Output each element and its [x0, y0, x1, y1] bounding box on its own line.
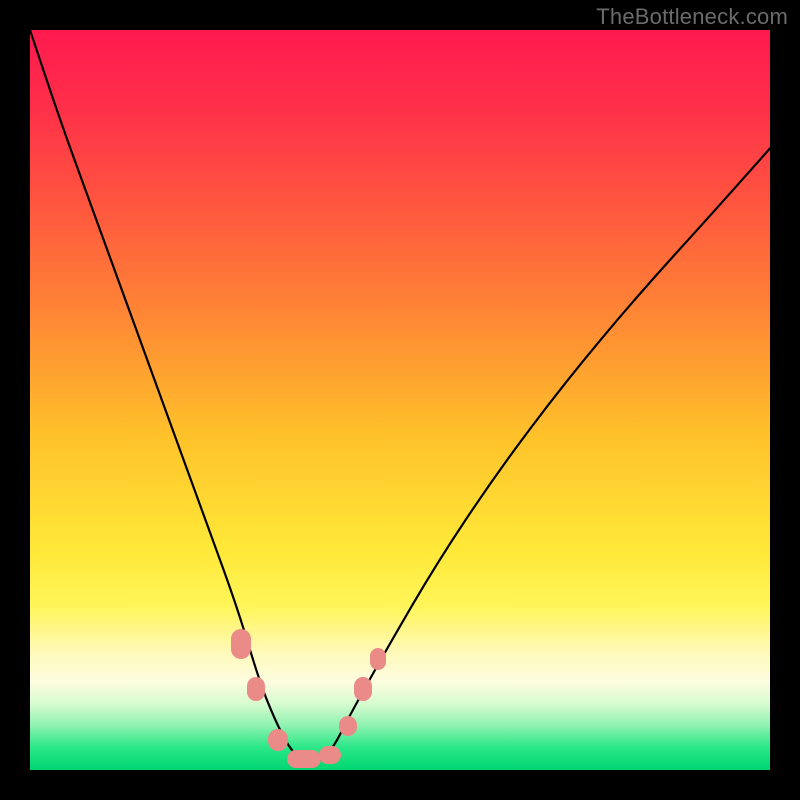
data-marker [354, 677, 372, 701]
data-marker [339, 716, 357, 736]
chart-frame: TheBottleneck.com [0, 0, 800, 800]
plot-area [30, 30, 770, 770]
data-marker [370, 648, 386, 670]
data-marker [247, 677, 265, 701]
data-marker [287, 750, 321, 768]
data-marker [319, 746, 341, 764]
watermark-text: TheBottleneck.com [596, 4, 788, 30]
data-marker [268, 729, 288, 751]
data-marker [231, 629, 251, 659]
curve-layer [30, 30, 770, 770]
bottleneck-curve [30, 30, 770, 763]
